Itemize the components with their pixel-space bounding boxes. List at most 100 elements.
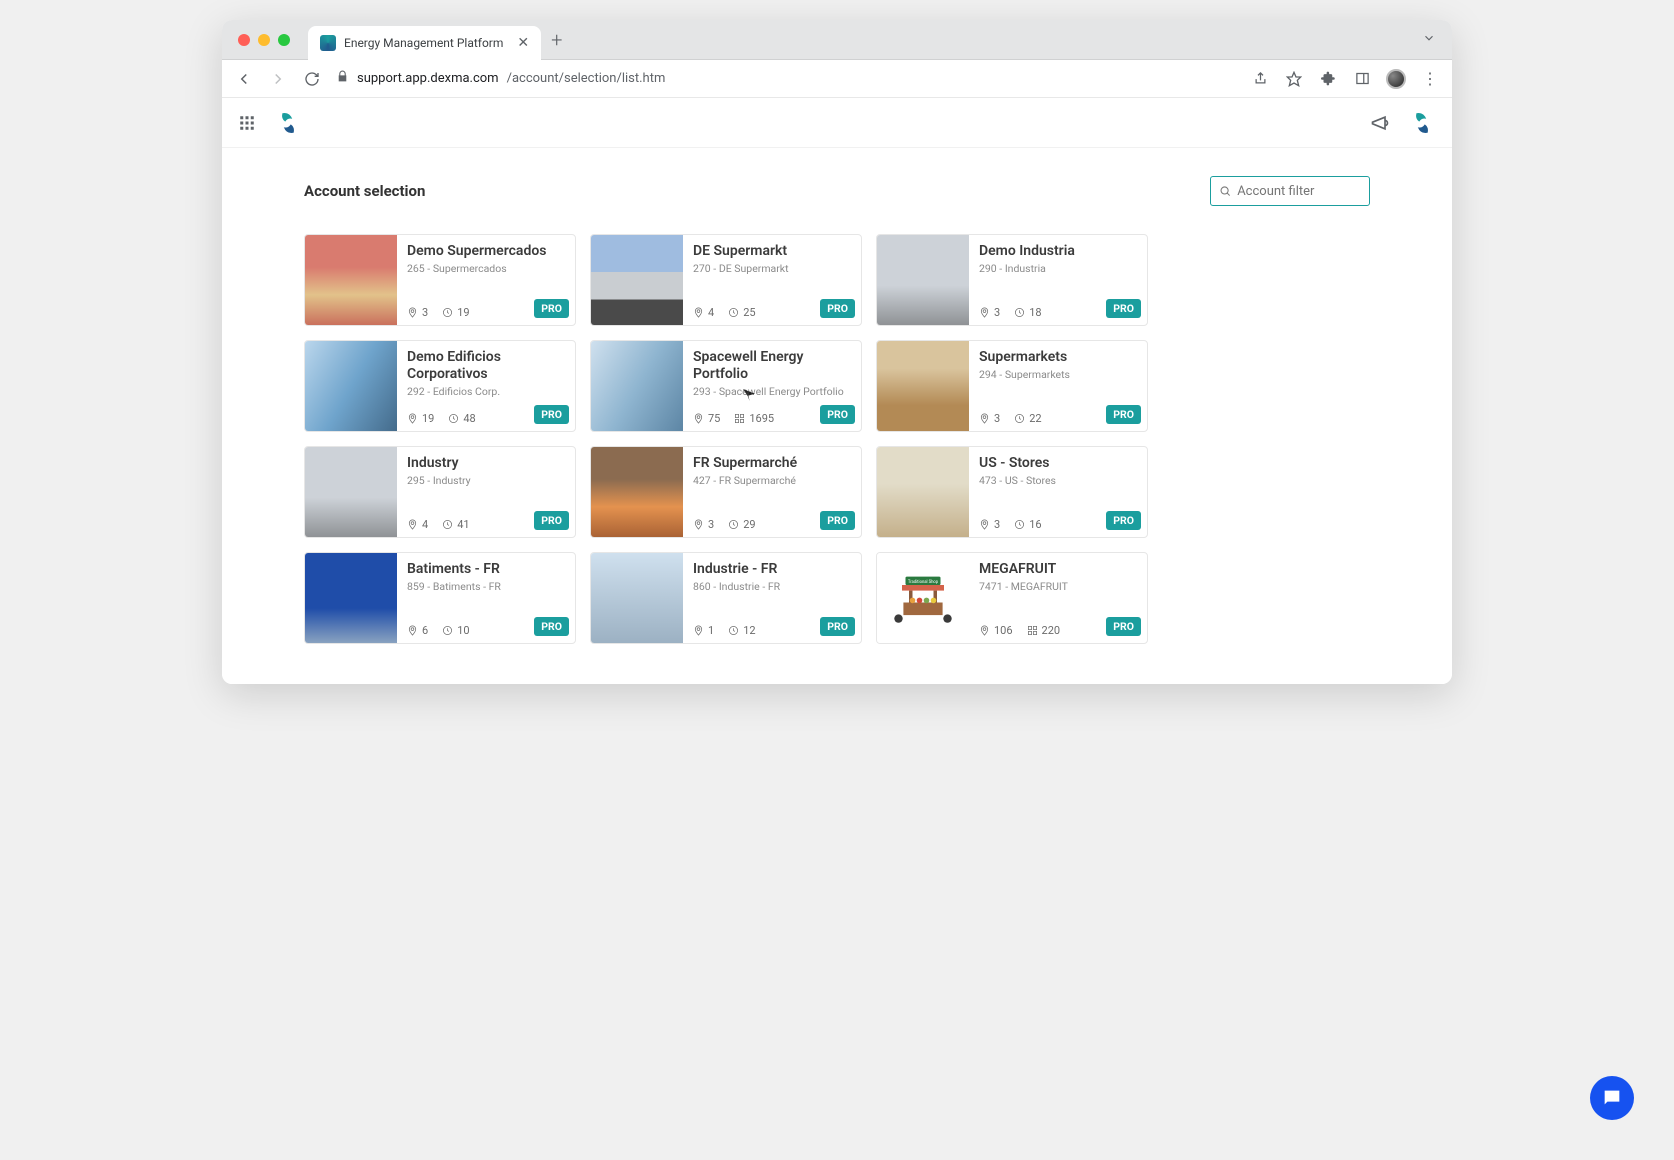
time-stat: 12	[728, 624, 755, 637]
card-body: Demo Edificios Corporativos 292 - Edifici…	[397, 341, 575, 431]
card-body: Supermarkets294 - Supermarkets322PRO	[969, 341, 1147, 431]
card-thumbnail	[591, 341, 683, 432]
account-card[interactable]: Batiments - FR859 - Batiments - FR610PRO	[304, 552, 576, 644]
forward-button[interactable]	[268, 69, 288, 89]
account-card[interactable]: US - Stores473 - US - Stores316PRO	[876, 446, 1148, 538]
location-stat: 3	[979, 412, 1000, 425]
location-stat: 106	[979, 624, 1013, 637]
card-body: Demo Industria290 - Industria318PRO	[969, 235, 1147, 325]
back-button[interactable]	[234, 69, 254, 89]
tabs-dropdown-icon[interactable]	[1422, 30, 1436, 49]
time-stat: 18	[1014, 306, 1041, 319]
account-filter[interactable]	[1210, 176, 1370, 206]
toolbar-icons: ⋮	[1250, 69, 1440, 89]
card-subtitle: 473 - US - Stores	[979, 474, 1137, 487]
location-stat: 3	[979, 306, 1000, 319]
card-subtitle: 290 - Industria	[979, 262, 1137, 275]
location-stat: 4	[407, 518, 428, 531]
card-thumbnail	[305, 553, 397, 644]
account-card[interactable]: Industry 295 - Industry 4 41 PRO	[304, 446, 576, 538]
pro-badge: PRO	[820, 299, 855, 318]
pro-badge: PRO	[534, 511, 569, 530]
card-title: MEGAFRUIT	[979, 561, 1137, 578]
profile-avatar[interactable]	[1386, 69, 1406, 89]
card-subtitle: 292 - Edificios Corp.	[407, 385, 565, 398]
apps-grid-icon[interactable]	[238, 114, 256, 132]
account-grid: Demo Supermercados265 - Supermercados319…	[304, 234, 1370, 644]
browser-tab[interactable]: Energy Management Platform ✕	[308, 26, 541, 60]
reload-button[interactable]	[302, 69, 322, 89]
app: Account selection Demo Supermercados265 …	[222, 98, 1452, 684]
new-tab-button[interactable]: +	[551, 28, 562, 52]
address-bar: support.app.dexma.com/account/selection/…	[222, 60, 1452, 98]
account-card[interactable]: FR Supermarché427 - FR Supermarché329PRO	[590, 446, 862, 538]
account-card[interactable]: Supermarkets294 - Supermarkets322PRO	[876, 340, 1148, 432]
card-title: US - Stores	[979, 455, 1137, 472]
card-subtitle: 294 - Supermarkets	[979, 368, 1137, 381]
card-title: Demo Edificios Corporativos	[407, 349, 565, 383]
card-body: Spacewell Energy Portfolio293 - Spacewel…	[683, 341, 861, 431]
card-body: MEGAFRUIT7471 - MEGAFRUIT106220PRO	[969, 553, 1147, 643]
pro-badge: PRO	[820, 511, 855, 530]
share-icon[interactable]	[1250, 69, 1270, 89]
pro-badge: PRO	[820, 405, 855, 424]
pro-badge: PRO	[534, 299, 569, 318]
page: Account selection Demo Supermercados265 …	[222, 148, 1452, 684]
card-thumbnail	[305, 447, 397, 538]
url-host: support.app.dexma.com	[357, 71, 499, 86]
card-thumbnail	[591, 553, 683, 644]
card-subtitle: 295 - Industry	[407, 474, 565, 487]
time-stat: 48	[448, 412, 475, 425]
chat-launcher[interactable]	[1590, 1076, 1634, 1120]
card-subtitle: 427 - FR Supermarché	[693, 474, 851, 487]
account-card[interactable]: Demo Industria290 - Industria318PRO	[876, 234, 1148, 326]
account-card[interactable]: Demo Supermercados265 - Supermercados319…	[304, 234, 576, 326]
card-body: Industry 295 - Industry 4 41 PRO	[397, 447, 575, 537]
card-subtitle: 860 - Industrie - FR	[693, 580, 851, 593]
card-body: Batiments - FR859 - Batiments - FR610PRO	[397, 553, 575, 643]
pro-badge: PRO	[1106, 405, 1141, 424]
account-card[interactable]: Industrie - FR860 - Industrie - FR112PRO	[590, 552, 862, 644]
close-window-button[interactable]	[238, 34, 250, 46]
location-stat: 3	[979, 518, 1000, 531]
card-subtitle: 265 - Supermercados	[407, 262, 565, 275]
account-card[interactable]: Spacewell Energy Portfolio293 - Spacewel…	[590, 340, 862, 432]
location-stat: 6	[407, 624, 428, 637]
browser-window: Energy Management Platform ✕ + support.a…	[222, 20, 1452, 684]
location-stat: 75	[693, 412, 720, 425]
account-card[interactable]: Demo Edificios Corporativos 292 - Edifici…	[304, 340, 576, 432]
time-stat: 41	[442, 518, 469, 531]
account-card[interactable]: Traditional ShopMEGAFRUIT7471 - MEGAFRUI…	[876, 552, 1148, 644]
card-title: Batiments - FR	[407, 561, 565, 578]
filter-input[interactable]	[1237, 184, 1361, 199]
location-stat: 4	[693, 306, 714, 319]
pro-badge: PRO	[1106, 511, 1141, 530]
close-tab-icon[interactable]: ✕	[517, 35, 529, 51]
favicon-icon	[320, 35, 336, 51]
pro-badge: PRO	[820, 617, 855, 636]
card-thumbnail: Traditional Shop	[877, 553, 969, 644]
maximize-window-button[interactable]	[278, 34, 290, 46]
url-field[interactable]: support.app.dexma.com/account/selection/…	[336, 70, 1236, 87]
announcements-icon[interactable]	[1370, 113, 1390, 133]
sidepanel-icon[interactable]	[1352, 69, 1372, 89]
card-title: Supermarkets	[979, 349, 1137, 366]
pro-badge: PRO	[1106, 299, 1141, 318]
minimize-window-button[interactable]	[258, 34, 270, 46]
card-body: US - Stores473 - US - Stores316PRO	[969, 447, 1147, 537]
location-stat: 3	[407, 306, 428, 319]
extensions-icon[interactable]	[1318, 69, 1338, 89]
pro-badge: PRO	[534, 405, 569, 424]
card-thumbnail	[305, 341, 397, 432]
card-thumbnail	[591, 447, 683, 538]
card-title: Demo Supermercados	[407, 243, 565, 260]
app-logo[interactable]	[274, 109, 302, 137]
account-card[interactable]: DE Supermarkt270 - DE Supermarkt425PRO	[590, 234, 862, 326]
star-icon[interactable]	[1284, 69, 1304, 89]
card-title: DE Supermarkt	[693, 243, 851, 260]
card-title: Industry	[407, 455, 565, 472]
card-title: FR Supermarché	[693, 455, 851, 472]
browser-menu-icon[interactable]: ⋮	[1420, 69, 1440, 89]
time-stat: 10	[442, 624, 469, 637]
app-logo-secondary[interactable]	[1408, 109, 1436, 137]
